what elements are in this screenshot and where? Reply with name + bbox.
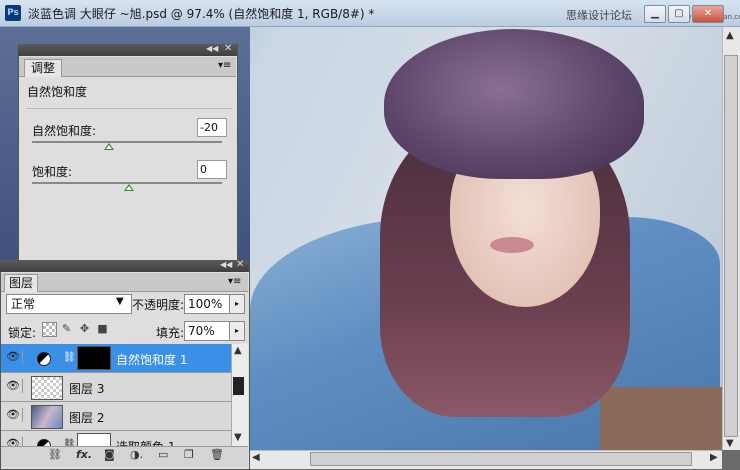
eye-icon[interactable]: 👁 xyxy=(4,408,23,422)
layer-name: 选取颜色 1 xyxy=(116,438,175,446)
eye-icon[interactable]: 👁 xyxy=(4,379,23,393)
adjustments-panel-header[interactable] xyxy=(18,44,237,56)
adjustment-icon[interactable]: ◑. xyxy=(130,448,143,461)
tab-layers[interactable]: 图层 xyxy=(4,274,39,292)
scroll-down-icon[interactable]: ▼ xyxy=(726,438,734,449)
fx-icon[interactable]: fx. xyxy=(76,448,92,461)
vertical-scroll-thumb[interactable] xyxy=(724,55,738,437)
layer-thumbnail[interactable] xyxy=(31,376,63,400)
layer-name: 自然饱和度 1 xyxy=(116,353,188,367)
saturation-slider-handle[interactable] xyxy=(124,184,134,191)
layer-name: 图层 3 xyxy=(69,382,105,396)
layer-thumbnail[interactable] xyxy=(31,405,63,429)
close-panel-icon[interactable]: ✕ xyxy=(224,43,232,54)
link-icon[interactable]: ⛓ xyxy=(48,448,62,461)
layers-scrollbar[interactable] xyxy=(231,344,248,446)
adjustment-heading: 自然饱和度 xyxy=(27,85,88,99)
layer-name: 图层 2 xyxy=(69,411,105,425)
saturation-input[interactable]: 0 xyxy=(197,160,227,179)
tab-adjustments[interactable]: 调整 xyxy=(24,59,63,77)
opacity-slider-button[interactable]: ▸ xyxy=(229,294,245,314)
layer-mask-thumbnail[interactable] xyxy=(77,433,111,446)
maximize-button[interactable]: ▢ xyxy=(668,5,690,23)
photoshop-logo-icon: Ps xyxy=(5,5,21,21)
adjustment-icon xyxy=(37,352,51,366)
photo-table xyxy=(600,387,722,450)
close-button[interactable]: ✕ xyxy=(692,5,724,23)
close-panel-icon[interactable]: ✕ xyxy=(236,259,244,270)
fill-label: 填充: xyxy=(156,326,185,340)
horizontal-scroll-thumb[interactable] xyxy=(310,452,692,466)
lock-transparency-icon[interactable] xyxy=(42,322,57,337)
scroll-right-icon[interactable]: ▶ xyxy=(710,452,718,463)
mask-icon[interactable]: ◙ xyxy=(104,448,115,461)
lock-label: 锁定: xyxy=(8,326,37,340)
opacity-input[interactable]: 100% xyxy=(184,294,231,314)
fill-slider-button[interactable]: ▸ xyxy=(229,321,245,341)
vibrance-input[interactable]: -20 xyxy=(197,118,227,137)
layer-list: 👁 ⛓ 自然饱和度 1 👁 图层 3 👁 图层 2 👁 ⛓ 选取颜色 1 xyxy=(1,344,231,446)
lock-paint-icon[interactable]: ✎ xyxy=(60,322,73,335)
chevron-down-icon[interactable]: ▼ xyxy=(116,296,124,307)
collapse-panel-icon[interactable]: ◀◀ xyxy=(220,260,232,269)
new-layer-icon[interactable]: ❐ xyxy=(184,448,194,461)
layers-panel-header[interactable] xyxy=(0,260,249,272)
layer-mask-thumbnail[interactable] xyxy=(77,346,111,370)
site-watermark: 思缘设计论坛 xyxy=(566,9,632,22)
link-icon[interactable]: ⛓ xyxy=(63,439,76,446)
adjustments-panel xyxy=(18,44,238,268)
layer-row[interactable]: 👁 ⛓ 自然饱和度 1 xyxy=(1,344,231,373)
opacity-label: 不透明度: xyxy=(132,298,185,312)
fill-input[interactable]: 70% xyxy=(184,321,231,341)
layers-tab-bar xyxy=(1,273,248,292)
lock-all-icon[interactable]: ■ xyxy=(96,322,109,335)
blend-mode-select[interactable]: 正常 xyxy=(6,294,132,314)
scroll-left-icon[interactable]: ◀ xyxy=(252,452,260,463)
divider xyxy=(26,108,232,109)
scroll-down-icon[interactable]: ▼ xyxy=(234,432,242,443)
minimize-button[interactable]: ▁ xyxy=(644,5,666,23)
trash-icon[interactable]: 🗑 xyxy=(210,448,224,461)
document-title: 淡蓝色调 大眼仔 ~旭.psd @ 97.4% (自然饱和度 1, RGB/8#… xyxy=(28,7,375,21)
photo-lips xyxy=(490,237,534,253)
vibrance-slider[interactable] xyxy=(32,141,222,143)
saturation-label: 饱和度: xyxy=(32,165,73,179)
layer-row[interactable]: 👁 图层 3 xyxy=(1,373,231,402)
panel-menu-icon[interactable]: ▾≡ xyxy=(228,276,241,287)
collapse-panel-icon[interactable]: ◀◀ xyxy=(206,44,218,53)
lock-move-icon[interactable]: ✥ xyxy=(78,322,91,335)
photo-hat xyxy=(384,29,644,179)
layers-scroll-thumb[interactable] xyxy=(233,377,244,395)
layer-row[interactable]: 👁 图层 2 xyxy=(1,402,231,431)
adjustment-icon xyxy=(37,439,51,446)
scroll-up-icon[interactable]: ▲ xyxy=(726,30,734,41)
eye-icon[interactable]: 👁 xyxy=(4,350,23,364)
vibrance-label: 自然饱和度: xyxy=(32,124,97,138)
scroll-up-icon[interactable]: ▲ xyxy=(234,345,242,356)
eye-icon[interactable]: 👁 xyxy=(4,437,23,446)
panel-menu-icon[interactable]: ▾≡ xyxy=(218,60,231,71)
link-icon[interactable]: ⛓ xyxy=(63,352,76,363)
vibrance-slider-handle[interactable] xyxy=(104,143,114,150)
layer-row[interactable]: 👁 ⛓ 选取颜色 1 xyxy=(1,431,231,446)
folder-icon[interactable]: ▭ xyxy=(158,448,168,461)
